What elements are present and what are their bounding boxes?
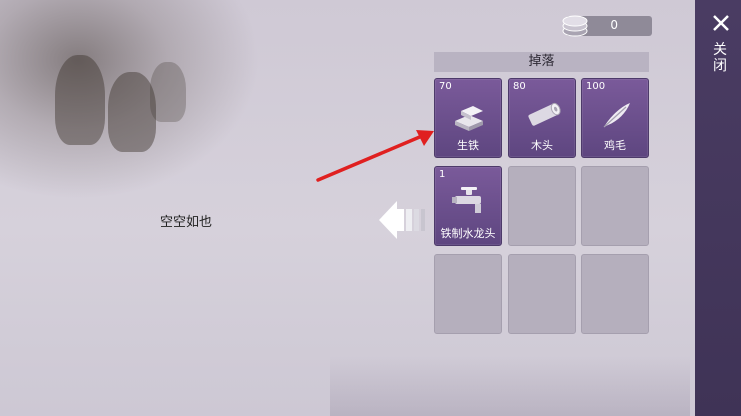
slot-count: 1	[439, 169, 446, 180]
faucet-icon	[452, 187, 481, 213]
transfer-arrow-icon[interactable]	[377, 197, 429, 243]
coin-stack-icon	[562, 15, 588, 37]
background-figure	[55, 55, 105, 145]
close-label[interactable]: 关闭	[712, 42, 728, 74]
annotation-arrow	[316, 130, 434, 182]
currency-value: 0	[610, 18, 618, 32]
drop-slot-empty[interactable]	[508, 166, 576, 246]
slot-name: 铁制水龙头	[440, 227, 496, 240]
iron-ingot-icon	[455, 106, 483, 131]
slot-count: 80	[513, 81, 526, 92]
feather-icon	[603, 103, 630, 128]
drop-slot-empty[interactable]	[581, 254, 649, 334]
slot-name: 木头	[531, 139, 553, 152]
drop-slot-empty[interactable]	[508, 254, 576, 334]
slot-name: 生铁	[457, 139, 479, 152]
close-icon[interactable]	[711, 13, 731, 33]
slot-count: 100	[586, 81, 606, 92]
drop-slot-iron[interactable]: 70 生铁	[434, 78, 502, 158]
drop-slot-faucet[interactable]: 1 铁制水龙头	[434, 166, 502, 246]
background-figure	[150, 62, 186, 122]
drop-slot-wood[interactable]: 80 木头	[508, 78, 576, 158]
drop-panel-title: 掉落	[434, 52, 649, 72]
currency-display: 0	[562, 15, 652, 37]
slot-count: 70	[439, 81, 452, 92]
background-figure	[108, 72, 156, 152]
background-scenery	[330, 356, 690, 416]
drop-slot-feather[interactable]: 100 鸡毛	[581, 78, 649, 158]
empty-inventory-text: 空空如也	[160, 215, 213, 230]
drop-slot-empty[interactable]	[581, 166, 649, 246]
drop-slot-empty[interactable]	[434, 254, 502, 334]
slot-name: 鸡毛	[604, 139, 626, 152]
wood-log-icon	[528, 102, 561, 126]
